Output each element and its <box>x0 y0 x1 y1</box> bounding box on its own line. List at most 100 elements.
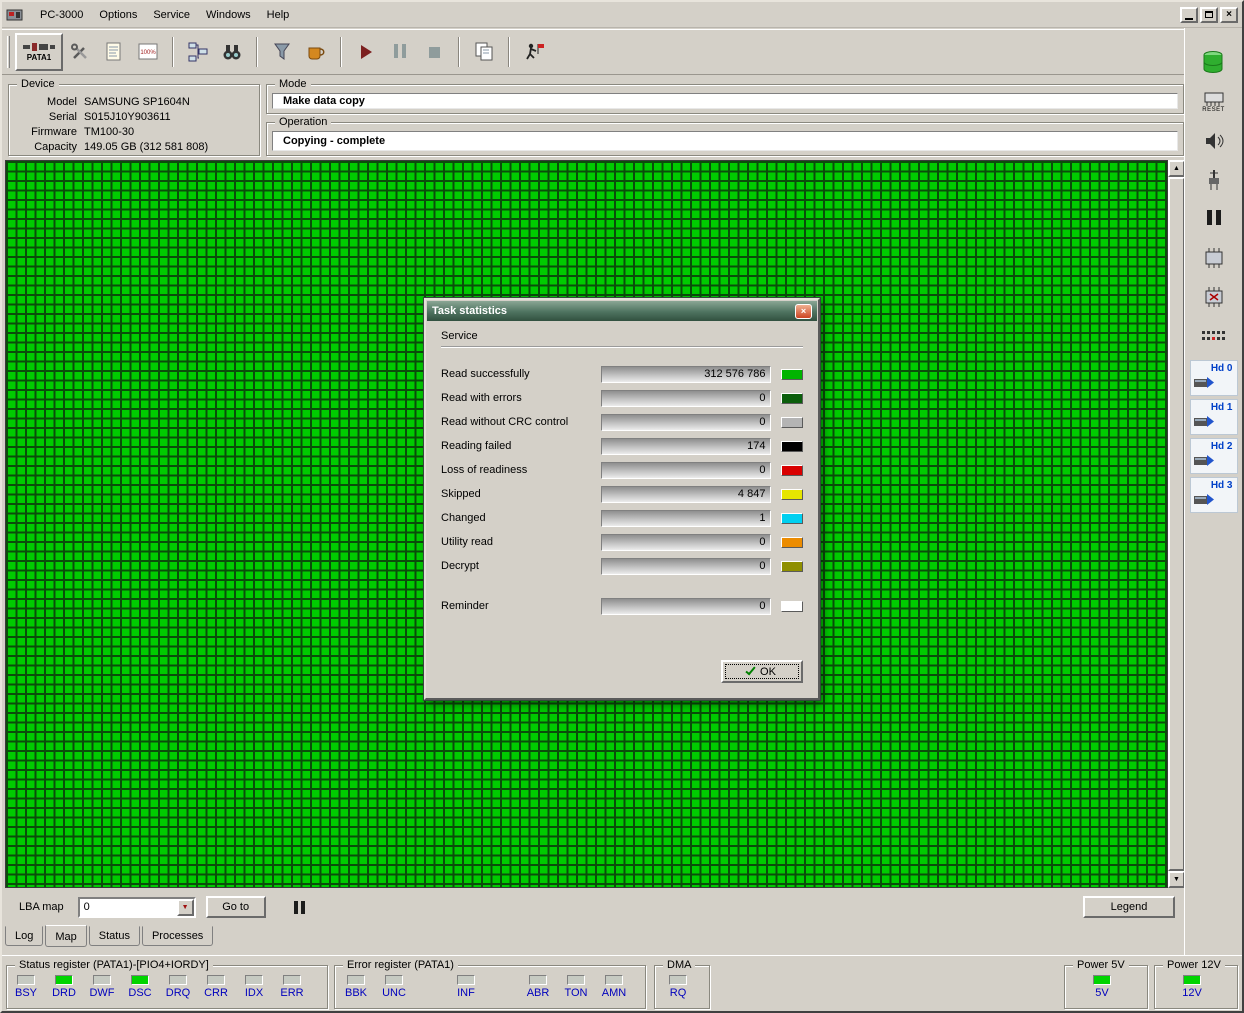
toolbar-separator <box>256 37 258 67</box>
device-capacity-label: Capacity <box>34 141 77 153</box>
probe-icon <box>1208 170 1219 190</box>
close-button[interactable]: × <box>1220 6 1238 23</box>
lba-bar: LBA map ▼ Go to Legend <box>5 892 1185 922</box>
stat-color-swatch <box>781 488 803 500</box>
dialog-close-button[interactable]: × <box>795 303 812 319</box>
hd1-label: Hd 1 <box>1210 402 1233 413</box>
task-statistics-dialog: Task statistics × Service Read successfu… <box>423 297 821 701</box>
power-5v-led <box>1093 975 1111 985</box>
start-button[interactable] <box>349 34 383 70</box>
scroll-thumb[interactable] <box>1168 177 1185 871</box>
stat-color-swatch <box>781 416 803 428</box>
power-probe-button[interactable] <box>1194 165 1234 195</box>
funnel-icon <box>274 43 290 60</box>
tab-map[interactable]: Map <box>45 925 87 947</box>
menu-options[interactable]: Options <box>91 6 145 24</box>
toolbar-grip[interactable] <box>7 36 10 68</box>
status-register-group: Status register (PATA1)-[PIO4+IORDY] BSY… <box>6 958 328 1009</box>
menu-help[interactable]: Help <box>259 6 298 24</box>
ok-button[interactable]: OK <box>721 660 803 683</box>
filter-button[interactable] <box>265 34 299 70</box>
stat-row-reminder: Reminder 0 <box>441 597 803 615</box>
stat-value-bar: 0 <box>601 557 772 575</box>
power-12v-group: Power 12V 12V <box>1154 958 1238 1009</box>
inf-led <box>457 975 475 985</box>
tree-view-button[interactable] <box>181 34 215 70</box>
toolbar-separator <box>340 37 342 67</box>
hd0-button[interactable]: Hd 0 <box>1189 360 1238 396</box>
script-button[interactable] <box>97 34 131 70</box>
minimize-button[interactable] <box>1180 6 1198 23</box>
power-12v-title: Power 12V <box>1163 958 1225 972</box>
error-bit-unc: UNC <box>379 975 409 999</box>
power-12v-led <box>1183 975 1201 985</box>
hundred-percent-button[interactable]: 100% <box>131 34 165 70</box>
cup-icon <box>308 47 325 60</box>
menu-service[interactable]: Service <box>145 6 198 24</box>
legend-button[interactable]: Legend <box>1083 896 1175 918</box>
sound-button[interactable] <box>1194 126 1234 156</box>
run-script-button[interactable] <box>517 34 551 70</box>
chip-button[interactable] <box>1194 243 1234 273</box>
status-bit-dwf: DWF <box>87 975 117 999</box>
app-icon <box>6 7 28 23</box>
toolbar-separator <box>508 37 510 67</box>
chip-disable-button[interactable] <box>1194 282 1234 312</box>
power-5v-title: Power 5V <box>1073 958 1129 972</box>
restore-button[interactable] <box>1200 6 1218 23</box>
lba-input[interactable] <box>79 898 176 916</box>
scroll-down-button[interactable]: ▼ <box>1168 871 1185 888</box>
runner-icon <box>526 43 544 60</box>
status-bit-drd: DRD <box>49 975 79 999</box>
utility-tools-button[interactable] <box>63 34 97 70</box>
copy-button[interactable] <box>467 34 501 70</box>
connector-button[interactable] <box>1194 321 1234 351</box>
hd-drive-icon <box>1193 414 1215 432</box>
stat-value-bar: 4 847 <box>601 485 772 503</box>
hd1-button[interactable]: Hd 1 <box>1189 399 1238 435</box>
toolbar-separator <box>172 37 174 67</box>
pata1-port-button[interactable]: PATA1 <box>15 33 63 71</box>
stat-color-swatch <box>781 440 803 452</box>
power-5v-bit: 5V <box>1087 975 1117 999</box>
hd2-button[interactable]: Hd 2 <box>1189 438 1238 474</box>
window-controls: × <box>1180 6 1238 23</box>
map-scrollbar[interactable]: ▲ ▼ <box>1168 160 1185 888</box>
status-bar: Status register (PATA1)-[PIO4+IORDY] BSY… <box>2 955 1242 1011</box>
hd3-button[interactable]: Hd 3 <box>1189 477 1238 513</box>
device-panel: Device Model SAMSUNG SP1604N Serial S015… <box>8 77 260 156</box>
tab-log[interactable]: Log <box>5 926 44 946</box>
tab-status[interactable]: Status <box>88 926 140 946</box>
ton-led <box>567 975 585 985</box>
lba-dropdown-button[interactable]: ▼ <box>176 898 194 916</box>
lba-map-label: LBA map <box>19 901 64 913</box>
reset-chip-icon <box>1204 92 1223 106</box>
copy-data-button[interactable] <box>1194 48 1234 78</box>
pause-task-button[interactable] <box>1194 204 1234 234</box>
bsy-led <box>17 975 35 985</box>
tab-processes[interactable]: Processes <box>141 926 214 946</box>
stat-row: Read without CRC control 0 <box>441 413 803 431</box>
mode-panel-title: Mode <box>275 77 311 91</box>
search-button[interactable] <box>215 34 249 70</box>
pause-button[interactable] <box>383 34 417 70</box>
stat-value-bar: 0 <box>601 461 772 479</box>
device-row: Firmware TM100-30 <box>15 125 253 140</box>
dialog-title-bar[interactable]: Task statistics × <box>427 301 817 321</box>
operation-panel: Operation Copying - complete <box>266 115 1184 156</box>
stat-row: Read successfully 312 576 786 <box>441 365 803 383</box>
dma-title: DMA <box>663 958 696 972</box>
tools-icon <box>71 43 87 59</box>
scroll-up-button[interactable]: ▲ <box>1168 160 1185 177</box>
stat-color-swatch <box>781 368 803 380</box>
menu-pc-3000[interactable]: PC-3000 <box>32 6 91 24</box>
menu-windows[interactable]: Windows <box>198 6 259 24</box>
stat-color-swatch <box>781 536 803 548</box>
error-bit-amn: AMN <box>599 975 629 999</box>
reset-button[interactable]: RESET <box>1194 87 1234 117</box>
stop-button[interactable] <box>417 34 451 70</box>
hd2-label: Hd 2 <box>1210 441 1233 452</box>
goto-button[interactable]: Go to <box>205 896 266 918</box>
data-extractor-button[interactable] <box>299 34 333 70</box>
ok-button-label: OK <box>760 665 776 678</box>
